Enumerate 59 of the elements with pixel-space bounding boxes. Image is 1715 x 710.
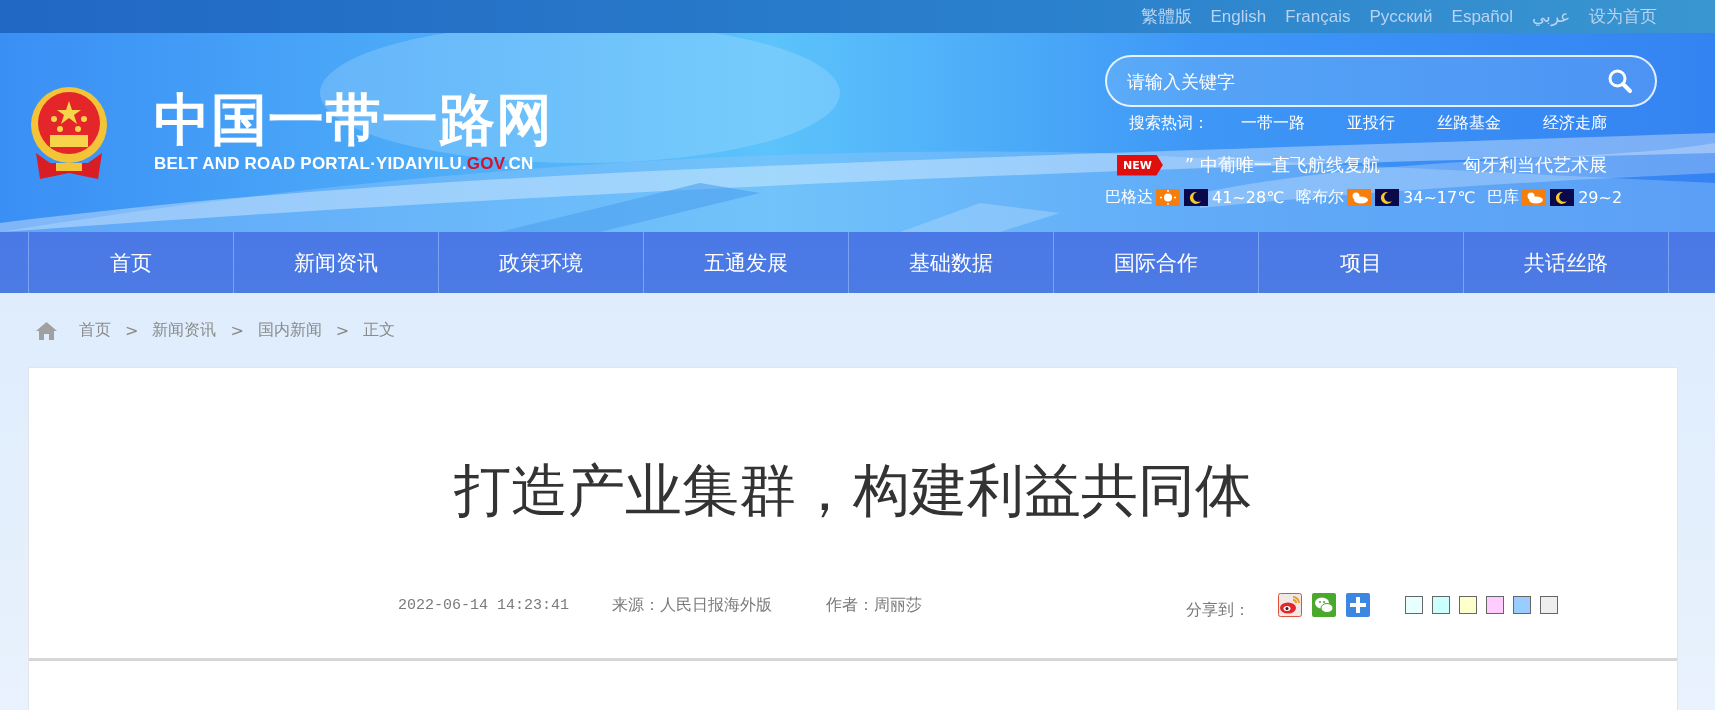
city-name: 巴格达 <box>1105 187 1153 208</box>
city-name: 巴库 <box>1487 187 1520 208</box>
hot-word-link[interactable]: 一带一路 <box>1241 113 1305 134</box>
nav-tab[interactable]: 项目 <box>1258 232 1463 293</box>
moon-icon <box>1550 189 1575 206</box>
color-swatch[interactable] <box>1405 596 1424 614</box>
article-author: 作者：周丽莎 <box>826 594 923 615</box>
sun-cloud-icon <box>1522 189 1547 206</box>
breadcrumb-separator: > <box>230 320 244 340</box>
nav-tab[interactable]: 五通发展 <box>643 232 848 293</box>
article-source: 来源：人民日报海外版 <box>612 594 773 615</box>
nav-tab[interactable]: 新闻资讯 <box>233 232 438 293</box>
plus-share-icon[interactable] <box>1346 593 1371 617</box>
site-logo-title: 中国一带一路网 <box>154 88 553 151</box>
nav-tab[interactable]: 共话丝路 <box>1463 232 1668 293</box>
breadcrumb-link[interactable]: 正文 <box>363 319 396 341</box>
breadcrumb-link[interactable]: 新闻资讯 <box>152 319 217 341</box>
hot-words-label: 搜索热词： <box>1129 113 1210 134</box>
share-label: 分享到： <box>1186 599 1251 620</box>
hot-word-link[interactable]: 经济走廊 <box>1543 113 1607 134</box>
breadcrumb-separator: > <box>335 320 350 340</box>
hot-word-link[interactable]: 丝路基金 <box>1437 113 1501 134</box>
language-link[interactable]: Français <box>1285 6 1351 27</box>
search-icon[interactable] <box>1607 68 1633 94</box>
language-link[interactable]: English <box>1210 6 1267 27</box>
language-link[interactable]: 繁體版 <box>1140 5 1192 28</box>
color-swatch[interactable] <box>1459 596 1478 614</box>
breadcrumb-link[interactable]: 国内新闻 <box>257 319 322 341</box>
nav-tab[interactable]: 国际合作 <box>1053 232 1258 293</box>
color-swatch[interactable] <box>1513 596 1532 614</box>
breadcrumb-separator: > <box>125 320 139 340</box>
search-field[interactable]: 请输入关键字 <box>1105 55 1657 107</box>
weibo-share-icon[interactable] <box>1278 593 1303 617</box>
article-title: 打造产业集群，构建利益共同体 <box>453 456 1253 525</box>
breadcrumb-link[interactable]: 首页 <box>79 319 111 341</box>
temperature: 34~17℃ <box>1403 188 1476 207</box>
moon-icon <box>1375 189 1400 206</box>
news-link[interactable]: 匈牙利当代艺术展 <box>1462 153 1607 177</box>
sun-icon <box>1156 189 1180 206</box>
language-link[interactable]: Español <box>1451 6 1513 27</box>
color-swatch[interactable] <box>1432 596 1451 614</box>
city-name: 喀布尔 <box>1296 187 1345 208</box>
language-link[interactable]: Русский <box>1369 6 1433 27</box>
color-swatch[interactable] <box>1540 596 1559 614</box>
hot-word-link[interactable]: 亚投行 <box>1347 113 1395 134</box>
language-link[interactable]: 设为首页 <box>1589 5 1657 28</box>
sun-cloud-icon <box>1347 189 1372 206</box>
language-link[interactable]: عربي <box>1532 6 1570 27</box>
moon-icon <box>1184 189 1208 206</box>
publish-date: 2022-06-14 14:23:41 <box>398 596 570 614</box>
nav-tab[interactable]: 基础数据 <box>848 232 1053 293</box>
nav-tab[interactable]: 首页 <box>28 232 233 293</box>
wechat-share-icon[interactable] <box>1312 593 1337 617</box>
nav-tab[interactable]: 政策环境 <box>438 232 643 293</box>
site-logo-subtitle: BELT AND ROAD PORTAL·YIDAIYILU.GOV.CN <box>154 154 535 175</box>
color-swatch[interactable] <box>1486 596 1505 614</box>
temperature: 29~2 <box>1578 188 1623 207</box>
news-link[interactable]: ” 中葡唯一直飞航线复航 <box>1184 153 1380 177</box>
temperature: 41~28℃ <box>1212 188 1285 207</box>
